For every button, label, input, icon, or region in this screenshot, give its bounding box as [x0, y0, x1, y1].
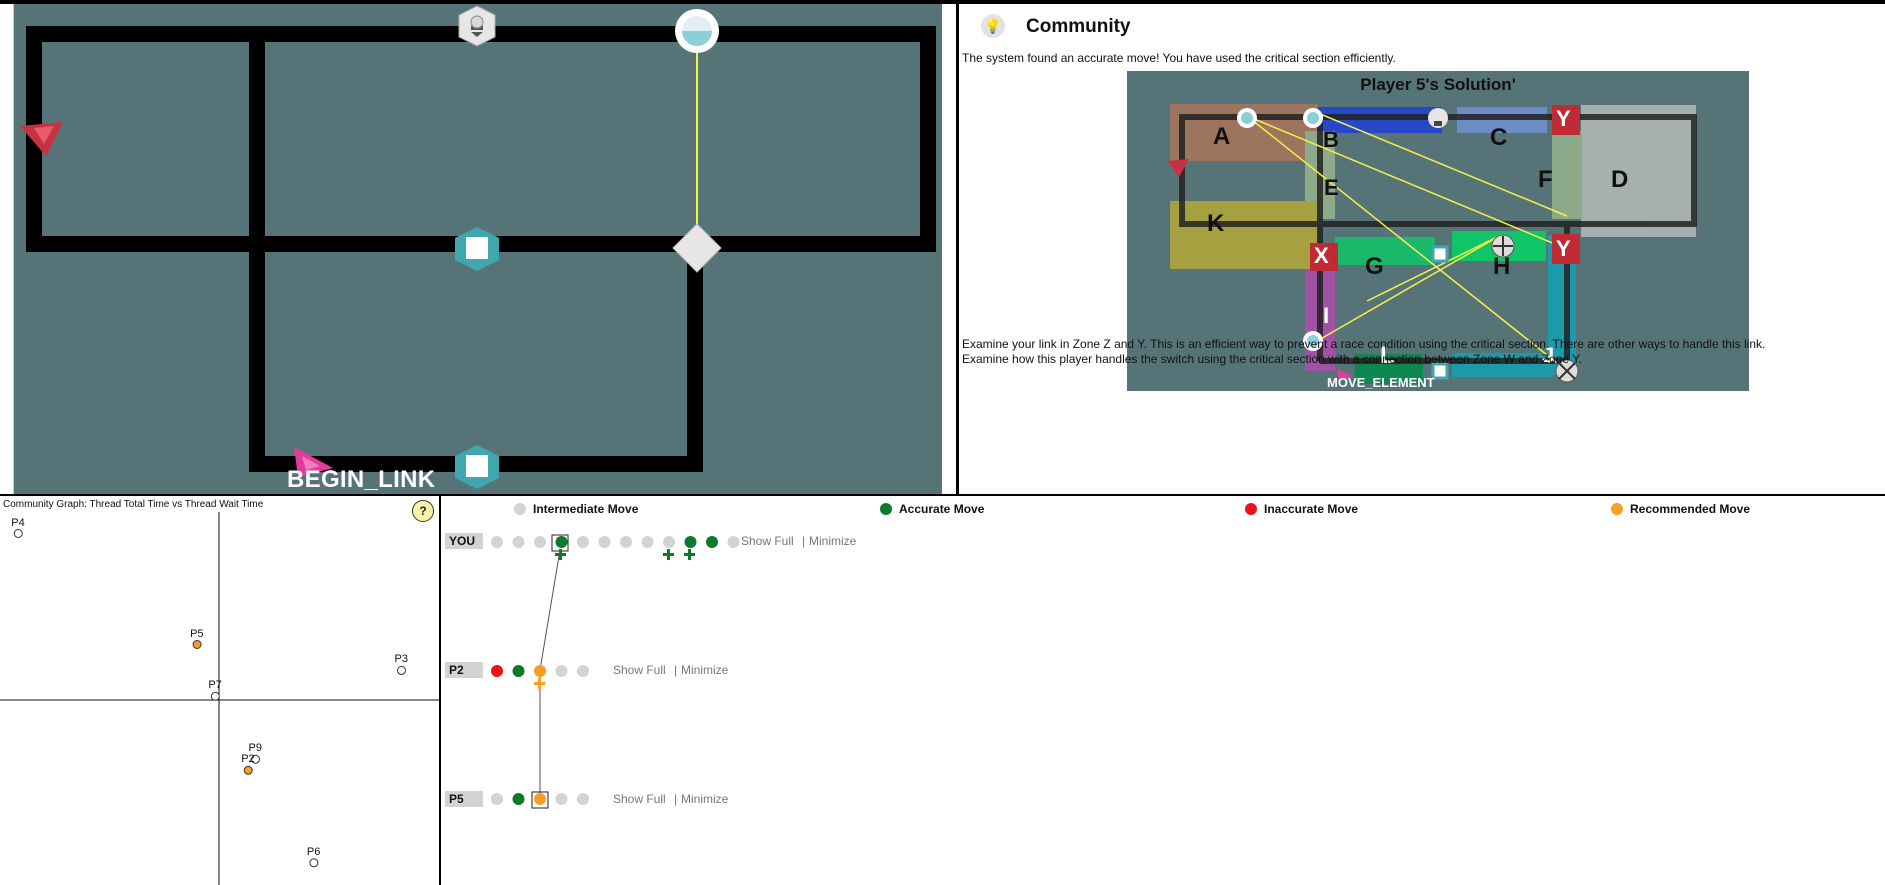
zone-g	[1335, 237, 1435, 265]
zone-k	[1170, 201, 1318, 269]
plus-icon	[684, 549, 695, 560]
track-bottom-loop	[249, 236, 703, 472]
track-top-loop	[26, 26, 936, 252]
move-dot-p5-4[interactable]	[577, 793, 589, 805]
move-dot-p2-3[interactable]	[555, 665, 568, 677]
lightbulb-node-icon[interactable]	[458, 5, 496, 47]
graph-point-label-p4: P4	[11, 516, 25, 529]
move-timeline: Intermediate Move Accurate Move Inaccura…	[441, 496, 1885, 885]
lightbulb-icon: 💡	[981, 14, 1005, 38]
move-element-label: MOVE_ELEMENT	[1327, 375, 1435, 390]
graph-point-p4[interactable]	[13, 529, 23, 538]
move-dot-p2-0[interactable]	[491, 665, 503, 677]
hex-square-node-icon[interactable]	[455, 227, 499, 271]
zone-label-f: F	[1538, 166, 1553, 193]
zone-f	[1552, 131, 1582, 219]
graph-point-label-p3: P3	[394, 653, 408, 666]
move-dot-p5-0[interactable]	[491, 793, 503, 805]
move-dot-p2-2[interactable]	[534, 665, 546, 677]
move-dot-you-11[interactable]	[727, 536, 740, 548]
board-tracks	[20, 5, 936, 489]
move-dot-you-5[interactable]	[598, 536, 611, 548]
move-dot-you-6[interactable]	[620, 536, 632, 548]
zone-label-c: C	[1490, 124, 1508, 151]
move-dot-p5-1[interactable]	[512, 793, 525, 805]
move-dot-you-2[interactable]	[534, 536, 546, 548]
begin-link-label: BEGIN_LINK	[287, 466, 436, 493]
community-graph: Community Graph: Thread Total Time vs Th…	[0, 496, 439, 885]
zone-label-e: E	[1324, 175, 1339, 200]
solution-title: Player 5's Solution'	[1360, 75, 1516, 94]
plus-icon	[534, 678, 545, 689]
zone-d	[1581, 105, 1696, 237]
zone-label-b: B	[1323, 127, 1339, 152]
globe-node-icon[interactable]	[675, 9, 719, 53]
move-dot-you-3[interactable]	[555, 536, 568, 548]
zone-label-a: A	[1213, 123, 1231, 150]
graph-point-label-p5: P5	[190, 627, 204, 640]
move-dot-p5-2[interactable]	[534, 793, 546, 805]
community-line-1: Examine your link in Zone Z and Y. This …	[962, 337, 1766, 351]
graph-point-p5[interactable]	[192, 640, 202, 649]
community-message: The system found an accurate move! You h…	[962, 51, 1396, 65]
plus-marker-p2	[534, 678, 545, 689]
board-left-gutter	[0, 4, 14, 495]
marker-label-y-top: Y	[1556, 106, 1571, 131]
zone-label-h: H	[1493, 253, 1511, 280]
move-dot-you-8[interactable]	[663, 536, 675, 548]
zone-label-i: I	[1323, 303, 1330, 328]
graph-point-label-p6: P6	[306, 845, 321, 858]
plus-icon	[663, 549, 674, 560]
move-dot-p5-3[interactable]	[555, 793, 568, 805]
graph-point-p6[interactable]	[309, 858, 319, 868]
marker-label-x: X	[1314, 243, 1329, 268]
community-line-2: Examine how this player handles the swit…	[962, 352, 1582, 366]
connector-you-p2	[539, 549, 561, 671]
zone-label-g: G	[1365, 253, 1384, 280]
move-dot-p2-4[interactable]	[577, 665, 589, 677]
game-board[interactable]: BEGIN_LINK	[14, 4, 942, 495]
graph-point-p3[interactable]	[397, 665, 406, 675]
community-title: Community	[1026, 16, 1131, 37]
timeline-dots	[491, 534, 740, 809]
move-dot-you-1[interactable]	[512, 536, 525, 548]
graph-point-p7[interactable]	[210, 691, 220, 701]
move-dot-you-4[interactable]	[577, 536, 589, 548]
graph-point-label-p2: P2	[241, 753, 255, 766]
move-dot-p2-1[interactable]	[512, 665, 525, 677]
zone-label-k: K	[1207, 210, 1225, 237]
move-dot-you-10[interactable]	[706, 536, 718, 548]
hex-square-node-bottom-icon[interactable]	[455, 445, 499, 489]
diamond-switch-icon[interactable]	[672, 223, 722, 273]
graph-point-label-p7: P7	[208, 679, 222, 692]
plus-markers-you	[555, 549, 695, 560]
marker-label-y-mid: Y	[1556, 236, 1571, 261]
move-dot-you-0[interactable]	[491, 536, 503, 548]
community-panel: 💡 Community The system found an accurate…	[959, 4, 1885, 495]
zone-label-d: D	[1611, 166, 1629, 193]
graph-point-p2[interactable]	[243, 765, 253, 775]
move-dot-you-9[interactable]	[684, 536, 697, 548]
move-dot-you-7[interactable]	[641, 536, 654, 548]
